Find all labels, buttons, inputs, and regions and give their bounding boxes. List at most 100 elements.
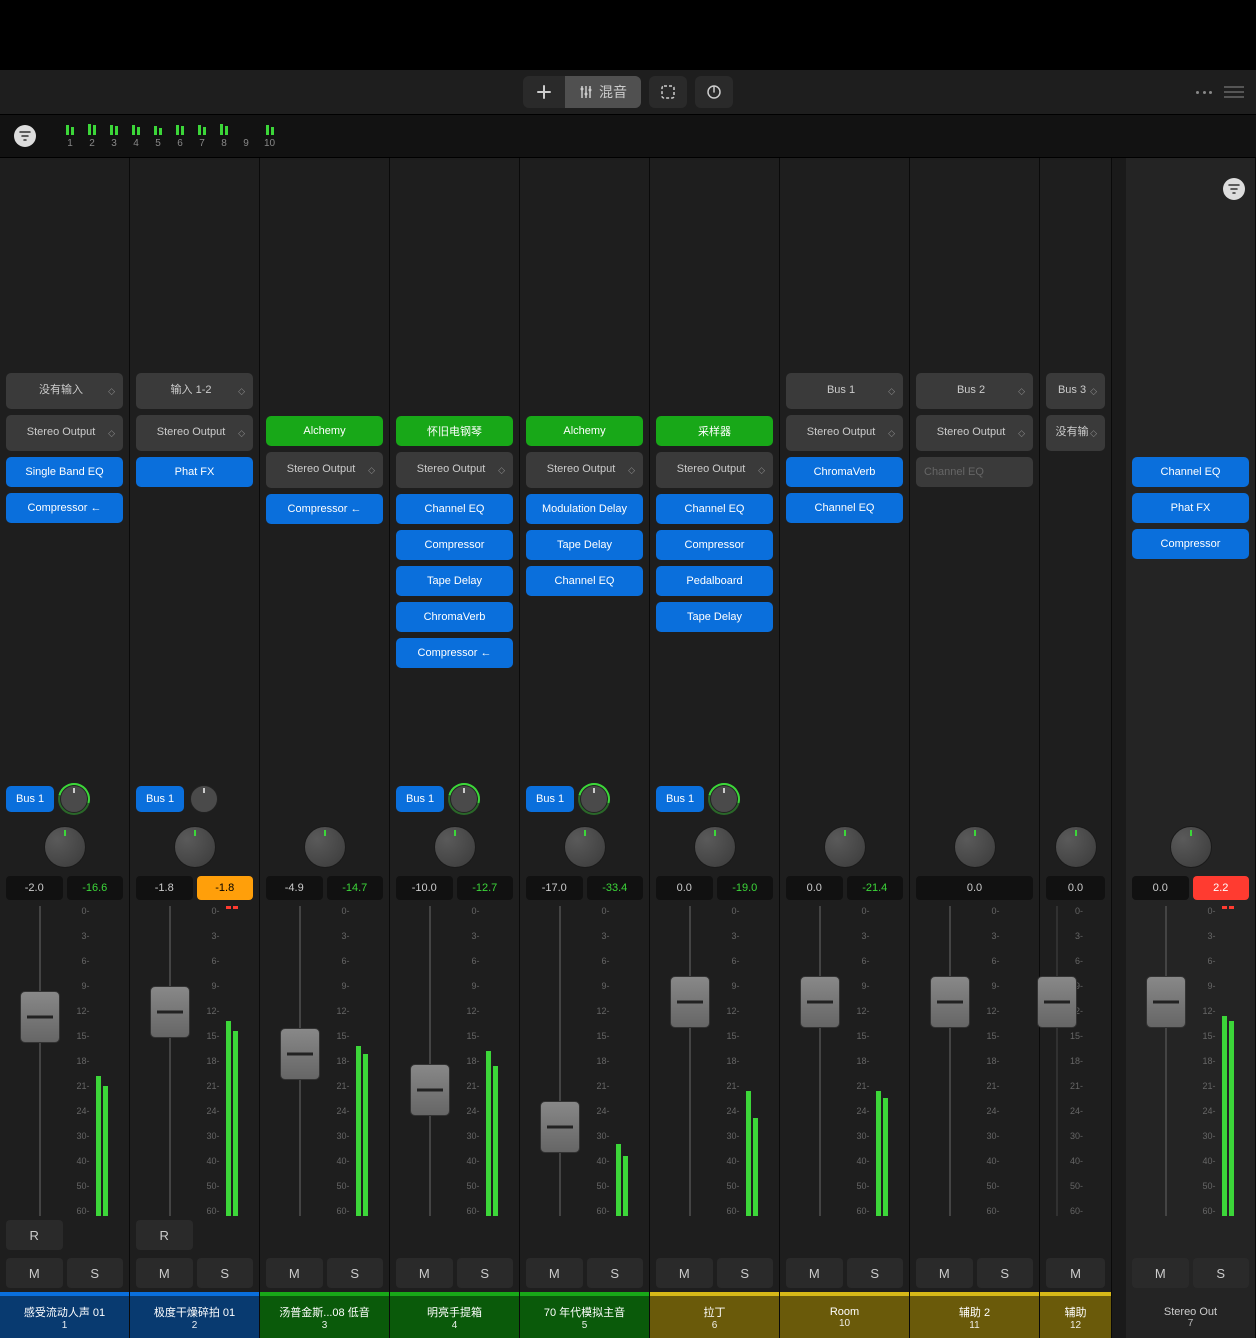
input-slot[interactable]: Bus 1◇ [786, 373, 903, 409]
solo-button[interactable]: S [327, 1258, 384, 1288]
pan-knob[interactable] [1055, 826, 1097, 868]
more-menu-icon[interactable] [1196, 91, 1212, 94]
output-slot[interactable]: Stereo Output◇ [786, 415, 903, 451]
output-slot[interactable]: Stereo Output◇ [396, 452, 513, 488]
selection-button[interactable] [649, 76, 687, 108]
fader[interactable] [18, 906, 62, 1216]
mute-button[interactable]: M [1046, 1258, 1105, 1288]
send-button[interactable]: Bus 1 [396, 786, 444, 812]
fx-slot[interactable]: Pedalboard [656, 566, 773, 596]
mute-button[interactable]: M [6, 1258, 63, 1288]
track-label[interactable]: 感受流动人声 01 1 [0, 1292, 129, 1338]
fx-slot[interactable]: Compressor ← [266, 494, 383, 524]
send-button[interactable]: Bus 1 [656, 786, 704, 812]
instrument-slot[interactable]: 采样器 [656, 416, 773, 446]
track-label[interactable]: 极度干燥碎拍 01 2 [130, 1292, 259, 1338]
send-button[interactable]: Bus 1 [136, 786, 184, 812]
send-knob[interactable] [710, 785, 738, 813]
pan-knob[interactable] [304, 826, 346, 868]
fader[interactable] [538, 906, 582, 1216]
record-button[interactable]: R [6, 1220, 63, 1250]
send-button[interactable]: Bus 1 [526, 786, 574, 812]
record-button[interactable]: R [136, 1220, 193, 1250]
input-slot[interactable]: Bus 2◇ [916, 373, 1033, 409]
mix-mode-button[interactable]: 混音 [565, 76, 641, 108]
send-knob[interactable] [450, 785, 478, 813]
fx-slot[interactable]: Tape Delay [656, 602, 773, 632]
overview-channel[interactable]: 1 [66, 123, 74, 149]
hamburger-icon[interactable] [1224, 86, 1244, 98]
output-slot[interactable]: Stereo Output◇ [916, 415, 1033, 451]
output-slot[interactable]: Stereo Output◇ [656, 452, 773, 488]
fx-slot[interactable]: Channel EQ [396, 494, 513, 524]
mute-button[interactable]: M [656, 1258, 713, 1288]
solo-button[interactable]: S [587, 1258, 644, 1288]
fx-slot[interactable]: Compressor [656, 530, 773, 560]
track-label[interactable]: Room 10 [780, 1292, 909, 1338]
instrument-slot[interactable]: Alchemy [266, 416, 383, 446]
filter-button[interactable] [14, 125, 36, 147]
track-label[interactable]: 拉丁 6 [650, 1292, 779, 1338]
fx-slot[interactable]: Compressor [396, 530, 513, 560]
track-label[interactable]: 明亮手提箱 4 [390, 1292, 519, 1338]
fx-slot[interactable]: Channel EQ [916, 457, 1033, 487]
solo-button[interactable]: S [457, 1258, 514, 1288]
instrument-slot[interactable]: Alchemy [526, 416, 643, 446]
pan-knob[interactable] [954, 826, 996, 868]
overview-channel[interactable]: 3 [110, 123, 118, 149]
input-slot[interactable]: Bus 3◇ [1046, 373, 1105, 409]
pan-knob[interactable] [694, 826, 736, 868]
pan-knob[interactable] [44, 826, 86, 868]
track-label[interactable]: 70 年代模拟主音 5 [520, 1292, 649, 1338]
fx-slot[interactable]: Phat FX [1132, 493, 1249, 523]
overview-channel[interactable]: 7 [198, 123, 206, 149]
mute-button[interactable]: M [916, 1258, 973, 1288]
pan-knob[interactable] [174, 826, 216, 868]
fx-slot[interactable]: Compressor ← [6, 493, 123, 523]
pan-knob[interactable] [434, 826, 476, 868]
output-slot[interactable]: 没有输◇ [1046, 415, 1105, 451]
send-button[interactable]: Bus 1 [6, 786, 54, 812]
track-label[interactable]: Stereo Out 7 [1126, 1292, 1255, 1338]
fx-slot[interactable]: Modulation Delay [526, 494, 643, 524]
add-button[interactable] [523, 76, 565, 108]
fx-slot[interactable]: Channel EQ [786, 493, 903, 523]
overview-channel[interactable]: 9 [242, 123, 250, 149]
fx-slot[interactable]: ChromaVerb [786, 457, 903, 487]
output-slot[interactable]: Stereo Output◇ [526, 452, 643, 488]
pan-knob[interactable] [1170, 826, 1212, 868]
track-label[interactable]: 辅助 12 [1040, 1292, 1111, 1338]
output-slot[interactable]: Stereo Output◇ [6, 415, 123, 451]
fx-slot[interactable]: Compressor [1132, 529, 1249, 559]
fader[interactable] [1050, 906, 1064, 1216]
fader[interactable] [928, 906, 972, 1216]
overview-channel[interactable]: 4 [132, 123, 140, 149]
overview-channel[interactable]: 5 [154, 123, 162, 149]
solo-button[interactable]: S [977, 1258, 1034, 1288]
overview-channel[interactable]: 2 [88, 123, 96, 149]
input-slot[interactable]: 输入 1-2◇ [136, 373, 253, 409]
fader[interactable] [798, 906, 842, 1216]
filter-button[interactable] [1223, 178, 1245, 200]
track-label[interactable]: 汤普金斯...08 低音 3 [260, 1292, 389, 1338]
solo-button[interactable]: S [847, 1258, 904, 1288]
overview-channel[interactable]: 6 [176, 123, 184, 149]
mute-button[interactable]: M [1132, 1258, 1189, 1288]
solo-button[interactable]: S [197, 1258, 254, 1288]
send-knob[interactable] [60, 785, 88, 813]
track-label[interactable]: 辅助 2 11 [910, 1292, 1039, 1338]
fx-slot[interactable]: Channel EQ [526, 566, 643, 596]
fader[interactable] [278, 906, 322, 1216]
input-slot[interactable]: 没有输入◇ [6, 373, 123, 409]
mute-button[interactable]: M [266, 1258, 323, 1288]
fader[interactable] [1144, 906, 1188, 1216]
fader[interactable] [668, 906, 712, 1216]
output-slot[interactable]: Stereo Output◇ [266, 452, 383, 488]
fx-slot[interactable]: Compressor ← [396, 638, 513, 668]
solo-button[interactable]: S [67, 1258, 124, 1288]
fx-slot[interactable]: Single Band EQ [6, 457, 123, 487]
fx-slot[interactable]: Tape Delay [396, 566, 513, 596]
output-slot[interactable]: Stereo Output◇ [136, 415, 253, 451]
mute-button[interactable]: M [786, 1258, 843, 1288]
send-knob[interactable] [580, 785, 608, 813]
